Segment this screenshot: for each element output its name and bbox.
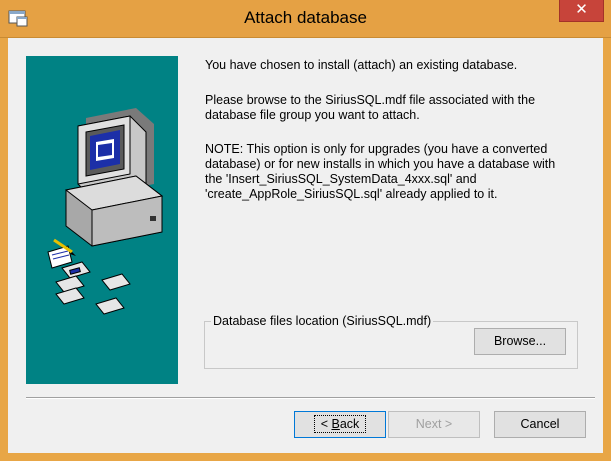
back-accelerator: B <box>331 417 340 431</box>
note-line: 'create_AppRole_SiriusSQL.sql' already a… <box>205 187 498 201</box>
back-button-label: < Back <box>313 415 367 433</box>
back-label-rest: ack <box>339 417 360 431</box>
back-button[interactable]: < Back <box>294 411 386 438</box>
title-bar: Attach database ✕ <box>0 0 611 38</box>
cancel-button-label: Cancel <box>520 417 560 431</box>
footer-separator <box>26 397 595 399</box>
next-button-label: Next > <box>415 417 453 431</box>
browse-button[interactable]: Browse... <box>474 328 566 355</box>
browse-instructions-line: database file group you want to attach. <box>205 108 420 122</box>
next-button[interactable]: Next > <box>388 411 480 438</box>
browse-instructions: Please browse to the SiriusSQL.mdf file … <box>205 93 595 123</box>
database-location-label: Database files location (SiriusSQL.mdf) <box>211 314 434 328</box>
browse-instructions-line: Please browse to the SiriusSQL.mdf file … <box>205 93 536 107</box>
dialog-client-area: You have chosen to install (attach) an e… <box>8 38 603 453</box>
wizard-illustration <box>26 56 178 384</box>
computer-disks-icon <box>47 108 164 315</box>
back-arrow: < <box>320 417 332 431</box>
close-button[interactable]: ✕ <box>559 0 604 22</box>
close-icon: ✕ <box>575 1 588 18</box>
browse-button-label: Browse... <box>493 334 547 348</box>
cancel-button[interactable]: Cancel <box>494 411 586 438</box>
intro-text: You have chosen to install (attach) an e… <box>205 58 518 72</box>
note-line: NOTE: This option is only for upgrades (… <box>205 142 548 156</box>
note-line: the 'Insert_SiriusSQL_SystemData_4xxx.sq… <box>205 172 477 186</box>
note-text: NOTE: This option is only for upgrades (… <box>205 142 595 202</box>
note-line: database) or for new installs in which y… <box>205 157 556 171</box>
window-title: Attach database <box>244 8 367 27</box>
